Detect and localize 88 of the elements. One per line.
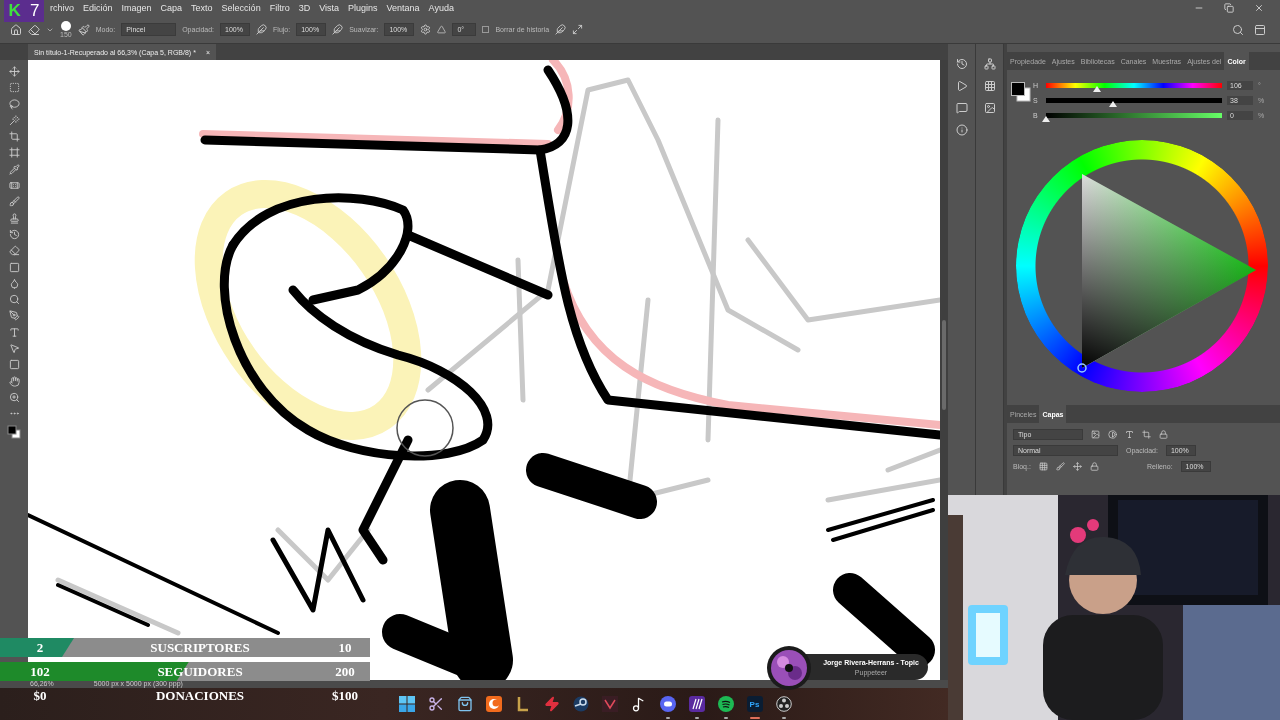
goal-current: 102 [30,663,50,680]
search-icon[interactable] [1232,23,1244,36]
goal-target: $100 [332,687,358,704]
menu-item[interactable]: Ventana [386,3,420,13]
color-swatches-icon[interactable] [1011,82,1031,102]
menu-item[interactable]: Filtro [269,3,290,13]
goal-target: 200 [335,663,355,680]
history-icon[interactable] [955,58,968,70]
image-filter-icon[interactable] [1091,430,1100,439]
eyedropper-icon[interactable] [8,163,20,175]
lightning-icon[interactable] [543,696,560,712]
home-icon[interactable] [10,23,22,36]
zoom-icon[interactable] [8,391,20,403]
drop-icon[interactable] [8,277,20,289]
brush-cursor-icon [396,399,454,457]
erase-history-checkbox[interactable] [482,26,490,33]
goal-label: SUSCRIPTORES [150,639,250,656]
scissors-icon[interactable] [427,696,444,712]
symmetry-icon[interactable] [572,24,584,35]
move-icon[interactable] [8,66,20,77]
shopping-bag-icon[interactable] [456,696,473,712]
menu-item[interactable]: Vista [319,3,339,13]
play-icon[interactable] [955,80,968,92]
workspace-icon[interactable] [1254,23,1266,36]
marquee-icon[interactable] [8,82,20,94]
pen-icon[interactable] [8,310,20,322]
rectangle-icon[interactable] [8,359,20,371]
close-icon[interactable] [1254,3,1264,13]
menu-item[interactable]: Imagen [121,3,152,13]
slash-lines-icon[interactable] [688,696,705,712]
pen-pressure-icon[interactable] [256,24,268,35]
lock-filter-icon[interactable] [1159,430,1168,439]
shape-filter-icon[interactable] [1142,430,1151,439]
gradient-icon[interactable] [8,261,20,273]
eraser-icon[interactable] [8,245,20,257]
sound-waves-icon[interactable] [717,696,734,712]
menu-item[interactable]: Capa [160,3,183,13]
info-icon[interactable] [955,124,968,136]
menu-item[interactable]: rchivo [50,3,74,13]
lasso-icon[interactable] [8,98,20,110]
restore-icon[interactable] [1224,3,1234,13]
hand-icon[interactable] [8,375,20,387]
frame-icon[interactable] [8,147,20,159]
grid-icon[interactable] [983,80,996,92]
gear-circle-icon[interactable] [572,696,589,712]
color-swatches-icon[interactable] [7,424,21,439]
menu-item[interactable]: Selección [221,3,261,13]
lock-all-icon[interactable] [1089,462,1099,471]
eraser-icon[interactable] [28,23,40,36]
menu-item[interactable]: Plugins [348,3,378,13]
v-shape-icon[interactable] [601,696,618,712]
start-icon[interactable] [398,696,415,712]
angle-icon [437,25,447,34]
angle-icon[interactable] [515,696,530,712]
goal-current: 2 [36,639,44,656]
bandage-icon[interactable] [8,180,20,192]
crescent-icon[interactable] [485,696,502,712]
type-icon[interactable] [8,326,20,338]
adjustment-filter-icon[interactable] [1108,430,1117,439]
search-icon[interactable] [8,294,20,306]
lock-position-icon[interactable] [1072,462,1082,471]
channel-logo: K 7 [4,0,44,22]
stamp-icon[interactable] [8,212,20,224]
history-brush-icon[interactable] [8,228,20,240]
settings-icon[interactable] [420,24,432,35]
scrollbar-thumb[interactable] [942,320,946,410]
app-icon[interactable]: Ps [746,696,763,712]
menu-item[interactable]: Ayuda [428,3,454,13]
crop-icon[interactable] [8,131,20,143]
goal-target: 10 [338,639,352,656]
pointer-icon[interactable] [8,343,20,355]
lock-paint-icon[interactable] [1055,462,1065,471]
type-filter-icon[interactable] [1125,430,1134,439]
comment-icon[interactable] [955,102,968,114]
wand-icon[interactable] [8,114,20,126]
music-note-icon[interactable] [631,696,646,712]
aperture-icon[interactable] [775,696,792,712]
gradient-panel-icon[interactable] [983,102,996,114]
brush-settings-icon[interactable] [77,23,90,36]
menu-item[interactable]: Edición [83,3,113,13]
brush-icon[interactable] [8,196,20,208]
goal-label: DONACIONES [155,687,245,704]
brush-preview-icon[interactable] [60,21,71,31]
lock-pixels-icon[interactable] [1038,462,1048,471]
menu-item[interactable]: 3D [298,3,311,13]
menu-item[interactable]: Texto [191,3,213,13]
properties-icon[interactable] [983,58,996,70]
goal-current: $0 [33,687,47,704]
